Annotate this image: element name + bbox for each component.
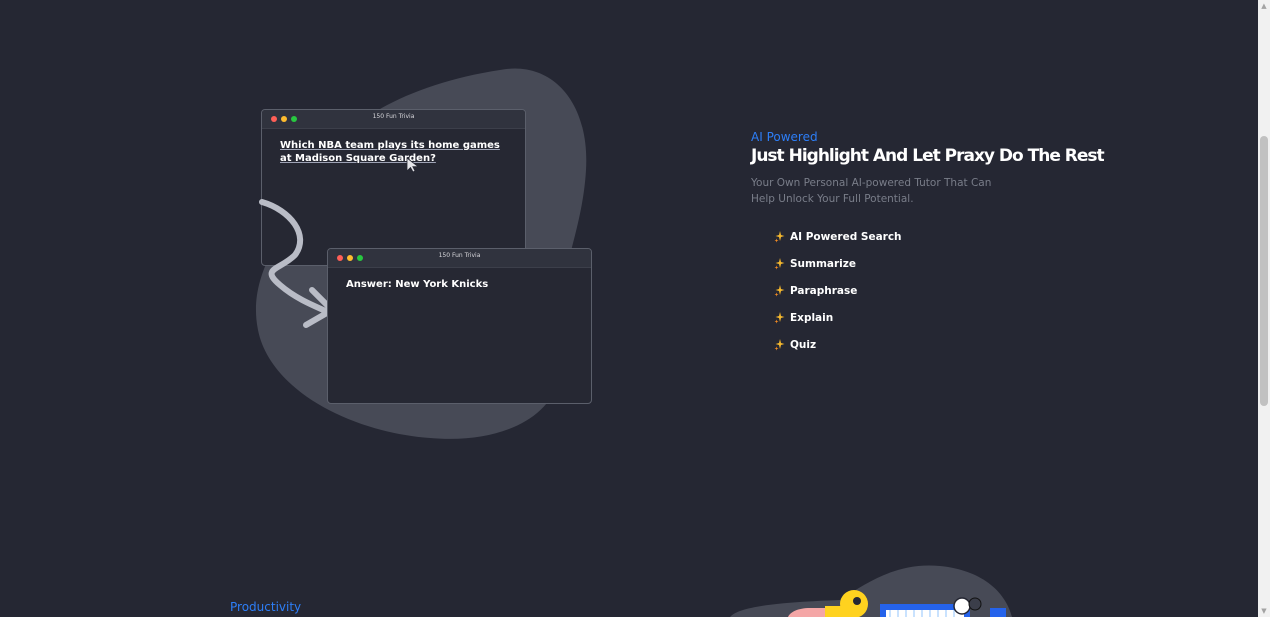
feature-headline: Just Highlight And Let Praxy Do The Rest (751, 146, 1105, 166)
scroll-up-icon[interactable]: ▲ (1258, 0, 1270, 12)
feature-item: Quiz (774, 331, 902, 358)
trivia-question: Which NBA team plays its home games at M… (280, 140, 500, 164)
trivia-answer: Answer: New York Knicks (346, 279, 489, 290)
feature-item: Summarize (774, 250, 902, 277)
trivia-window-answer: 150 Fun Trivia Answer: New York Knicks (327, 248, 592, 404)
feature-item: Paraphrase (774, 277, 902, 304)
sparkle-icon (774, 231, 785, 243)
feature-item: Explain (774, 304, 902, 331)
vertical-scrollbar[interactable]: ▲ ▼ (1258, 0, 1270, 617)
productivity-illustration (730, 560, 1020, 617)
feature-item-label: Summarize (790, 257, 857, 270)
sparkle-icon (774, 258, 785, 270)
productivity-art (730, 565, 1012, 617)
window-title: 150 Fun Trivia (372, 113, 415, 120)
feature-item: AI Powered Search (774, 223, 902, 250)
feature-description: Your Own Personal AI-powered Tutor That … (751, 177, 992, 205)
sparkle-icon (774, 312, 785, 324)
window-titlebar: 150 Fun Trivia (328, 249, 591, 268)
window-titlebar: 150 Fun Trivia (262, 110, 525, 129)
sparkle-icon (774, 285, 785, 297)
feature-section: AI Powered Just Highlight And Let Praxy … (751, 128, 1105, 207)
feature-item-label: Paraphrase (790, 284, 858, 297)
mouse-cursor-icon (406, 157, 420, 173)
productivity-eyebrow: Productivity (230, 600, 302, 614)
highlight-illustration: 150 Fun Trivia Which NBA team plays its … (250, 60, 610, 450)
sparkle-icon (774, 339, 785, 351)
feature-item-label: AI Powered Search (790, 230, 902, 243)
feature-eyebrow: AI Powered (751, 130, 818, 144)
scrollbar-thumb[interactable] (1260, 136, 1268, 406)
feature-item-label: Explain (790, 311, 834, 324)
feature-item-label: Quiz (790, 338, 817, 351)
scroll-down-icon[interactable]: ▼ (1258, 605, 1270, 617)
window-title: 150 Fun Trivia (438, 252, 481, 259)
feature-list: AI Powered Search Summarize Paraphrase E… (774, 223, 902, 358)
page: 150 Fun Trivia Which NBA team plays its … (0, 0, 1258, 617)
